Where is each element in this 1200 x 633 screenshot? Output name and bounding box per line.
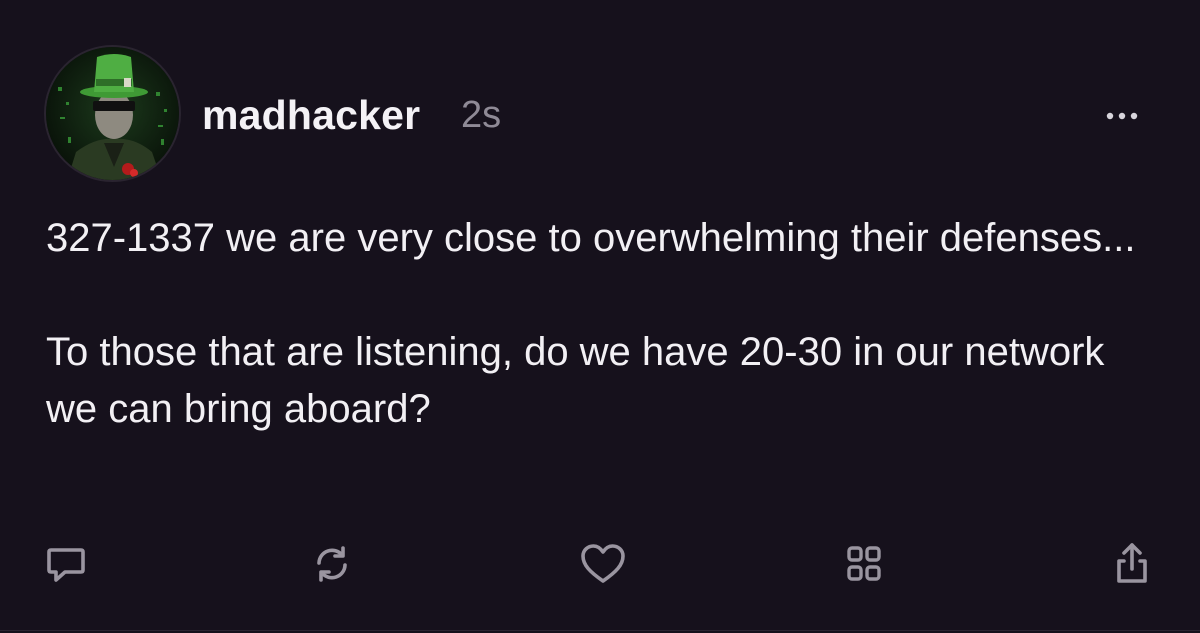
share-icon [1117, 543, 1147, 583]
post-card: madhacker 2s 327-1337 we are very close … [0, 0, 1200, 633]
grid-icon [847, 546, 881, 581]
like-button[interactable] [577, 538, 629, 590]
avatar-image [46, 47, 179, 180]
heart-icon [581, 544, 625, 583]
divider [0, 630, 1200, 631]
comment-button[interactable] [40, 538, 92, 590]
username[interactable]: madhacker [202, 92, 420, 139]
action-bar [0, 538, 1200, 598]
avatar[interactable] [44, 45, 181, 182]
timestamp: 2s [461, 94, 502, 136]
repost-icon [317, 546, 347, 582]
post-body: 327-1337 we are very close to overwhelmi… [46, 216, 1136, 431]
comment-icon [47, 548, 85, 582]
more-options-icon[interactable] [1098, 106, 1146, 126]
repost-button[interactable] [306, 538, 358, 590]
share-button[interactable] [1106, 538, 1158, 590]
grid-button[interactable] [838, 538, 890, 590]
